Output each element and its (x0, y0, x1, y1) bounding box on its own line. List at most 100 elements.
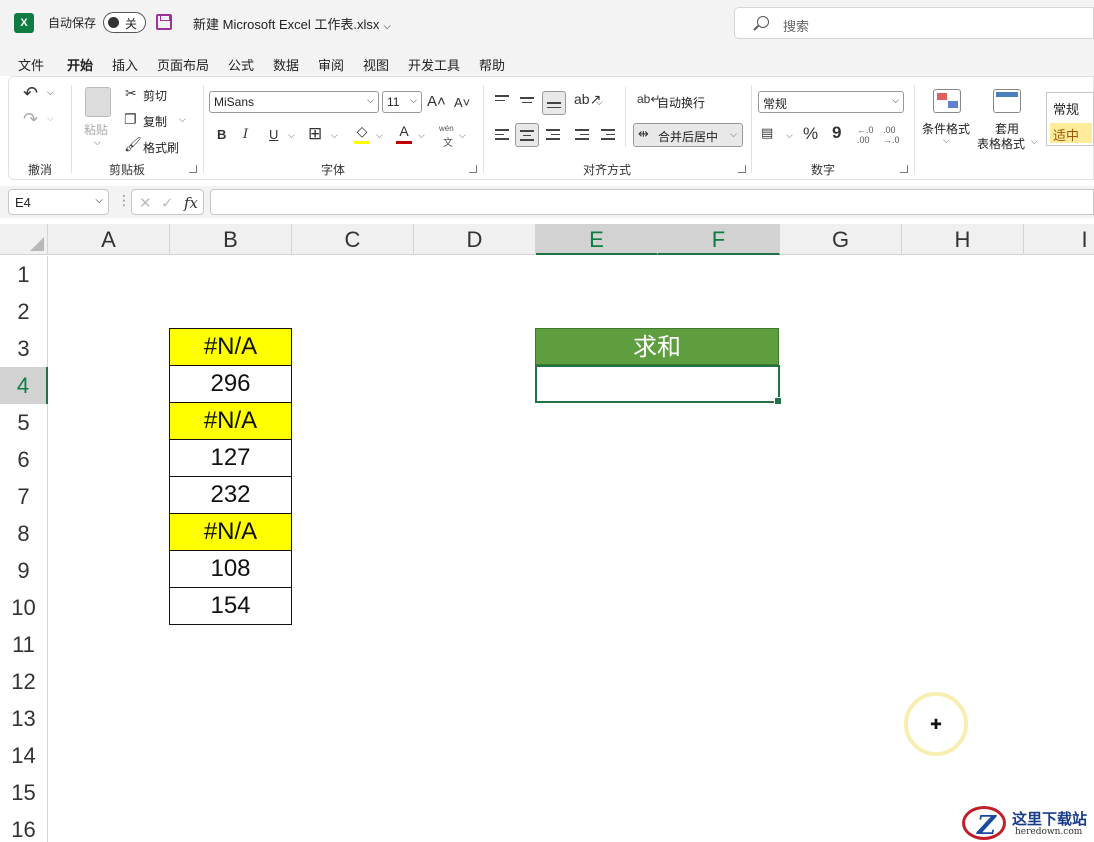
row-header-2[interactable]: 2 (0, 293, 48, 330)
tab-help[interactable]: 帮助 (479, 55, 505, 74)
more-options-icon[interactable]: ⋮ (117, 192, 131, 209)
align-center-button[interactable] (515, 123, 539, 147)
cell-b9[interactable]: 108 (169, 550, 292, 588)
tab-home[interactable]: 开始 (67, 55, 94, 81)
font-color-icon[interactable]: A (396, 123, 412, 144)
cell-b6[interactable]: 127 (169, 439, 292, 477)
phonetic-top[interactable]: wén (439, 124, 454, 133)
fill-color-icon[interactable]: ◇ (354, 123, 370, 144)
fill-color-dropdown-icon[interactable]: ⌵ (376, 130, 383, 141)
copy-dropdown-icon[interactable]: ⌵ (179, 114, 186, 125)
document-title[interactable]: 新建 Microsoft Excel 工作表.xlsx ⌵ (193, 14, 391, 33)
borders-dropdown-icon[interactable]: ⌵ (331, 130, 338, 141)
phonetic-dropdown-icon[interactable]: ⌵ (459, 130, 466, 141)
row-header-7[interactable]: 7 (0, 478, 48, 515)
row-header-14[interactable]: 14 (0, 737, 48, 774)
table-format-dropdown-icon[interactable]: ⌵ (1031, 136, 1038, 147)
align-right-icon[interactable] (546, 129, 560, 143)
cut-button[interactable]: 剪切 (143, 87, 167, 104)
phonetic-bottom[interactable]: 文 (443, 134, 453, 149)
cell-e4-active[interactable] (535, 365, 782, 405)
style-neutral[interactable]: 适中 (1050, 123, 1092, 143)
borders-icon[interactable]: ⊞ (308, 124, 322, 144)
comma-style-button[interactable]: 9 (832, 123, 841, 143)
cell-b8[interactable]: #N/A (169, 513, 292, 551)
bold-button[interactable]: B (217, 127, 226, 142)
tab-review[interactable]: 审阅 (318, 55, 344, 74)
row-header-5[interactable]: 5 (0, 404, 48, 441)
cell-b10[interactable]: 154 (169, 587, 292, 625)
cancel-icon[interactable]: ✕ (139, 194, 152, 212)
increase-font-icon[interactable]: A˄ (427, 93, 446, 110)
increase-indent-icon[interactable] (601, 129, 615, 143)
row-header-8[interactable]: 8 (0, 515, 48, 552)
align-top-icon[interactable] (495, 95, 509, 104)
italic-button[interactable]: I (243, 127, 248, 142)
undo-dropdown-icon[interactable]: ⌵ (47, 87, 54, 98)
search-input[interactable]: 搜索 (734, 7, 1094, 39)
worksheet-grid[interactable]: A B C D E F G H I 1 2 3 4 5 6 7 8 9 10 1… (0, 224, 1094, 842)
row-header-11[interactable]: 11 (0, 626, 48, 663)
select-all-button[interactable] (0, 224, 48, 255)
clipboard-launcher-icon[interactable] (189, 165, 197, 173)
font-launcher-icon[interactable] (469, 165, 477, 173)
orientation-dropdown-icon[interactable]: ⌵ (596, 97, 603, 108)
row-header-4[interactable]: 4 (0, 367, 48, 404)
accounting-format-icon[interactable]: ▤ (761, 125, 773, 141)
align-left-icon[interactable] (495, 129, 509, 143)
formula-input[interactable] (210, 189, 1094, 215)
format-painter-button[interactable]: 格式刷 (143, 139, 179, 156)
font-name-select[interactable]: MiSans ⌵ (209, 91, 379, 113)
column-header-a[interactable]: A (48, 224, 170, 255)
cell-b4[interactable]: 296 (169, 365, 292, 403)
cell-b7[interactable]: 232 (169, 476, 292, 514)
column-header-i[interactable]: I (1024, 224, 1094, 255)
merge-center-button[interactable]: ⇹ 合并后居中 ⌵ (633, 123, 743, 147)
row-header-16[interactable]: 16 (0, 811, 48, 842)
column-header-h[interactable]: H (902, 224, 1024, 255)
style-normal[interactable]: 常规 (1053, 99, 1079, 118)
insert-function-button[interactable]: fx (184, 194, 198, 212)
cell-b5[interactable]: #N/A (169, 402, 292, 440)
conditional-format-dropdown-icon[interactable]: ⌵ (943, 135, 950, 146)
redo-dropdown-icon[interactable]: ⌵ (47, 113, 54, 124)
tab-file[interactable]: 文件 (18, 55, 44, 74)
align-middle-icon[interactable] (520, 97, 534, 106)
autosave-toggle[interactable]: 关 (103, 12, 146, 33)
font-color-dropdown-icon[interactable]: ⌵ (418, 130, 425, 141)
row-header-6[interactable]: 6 (0, 441, 48, 478)
paste-icon[interactable] (85, 87, 111, 117)
column-header-d[interactable]: D (414, 224, 536, 255)
tab-data[interactable]: 数据 (273, 55, 299, 74)
cell-e3-sum-header[interactable]: 求和 (535, 328, 779, 365)
tab-formulas[interactable]: 公式 (228, 55, 254, 74)
row-header-3[interactable]: 3 (0, 330, 48, 367)
decrease-decimal-button[interactable]: .00 →.0 (883, 125, 903, 145)
paste-dropdown-icon[interactable]: ⌵ (94, 137, 101, 148)
redo-icon[interactable]: ↷ (23, 109, 38, 130)
undo-icon[interactable]: ↶ (23, 83, 38, 104)
row-header-9[interactable]: 9 (0, 552, 48, 589)
number-format-select[interactable]: 常规 ⌵ (758, 91, 904, 113)
row-header-1[interactable]: 1 (0, 256, 48, 293)
alignment-launcher-icon[interactable] (738, 165, 746, 173)
font-size-select[interactable]: 11 ⌵ (382, 91, 422, 113)
paste-button[interactable]: 粘贴 (84, 121, 108, 138)
name-box[interactable]: E4 ⌵ (8, 189, 109, 215)
row-header-15[interactable]: 15 (0, 774, 48, 811)
column-header-e[interactable]: E (536, 224, 658, 255)
cell-b3[interactable]: #N/A (169, 328, 292, 366)
row-header-10[interactable]: 10 (0, 589, 48, 626)
tab-page-layout[interactable]: 页面布局 (157, 55, 209, 74)
percent-button[interactable]: % (803, 124, 818, 144)
underline-dropdown-icon[interactable]: ⌵ (288, 130, 295, 141)
tab-view[interactable]: 视图 (363, 55, 389, 74)
tab-insert[interactable]: 插入 (112, 55, 138, 74)
decrease-font-icon[interactable]: A˅ (454, 95, 470, 110)
column-header-f[interactable]: F (658, 224, 780, 255)
accounting-dropdown-icon[interactable]: ⌵ (786, 130, 793, 141)
number-launcher-icon[interactable] (900, 165, 908, 173)
save-icon[interactable] (156, 14, 172, 30)
wrap-text-button[interactable]: 自动换行 (657, 94, 705, 111)
copy-button[interactable]: 复制 (143, 113, 167, 130)
